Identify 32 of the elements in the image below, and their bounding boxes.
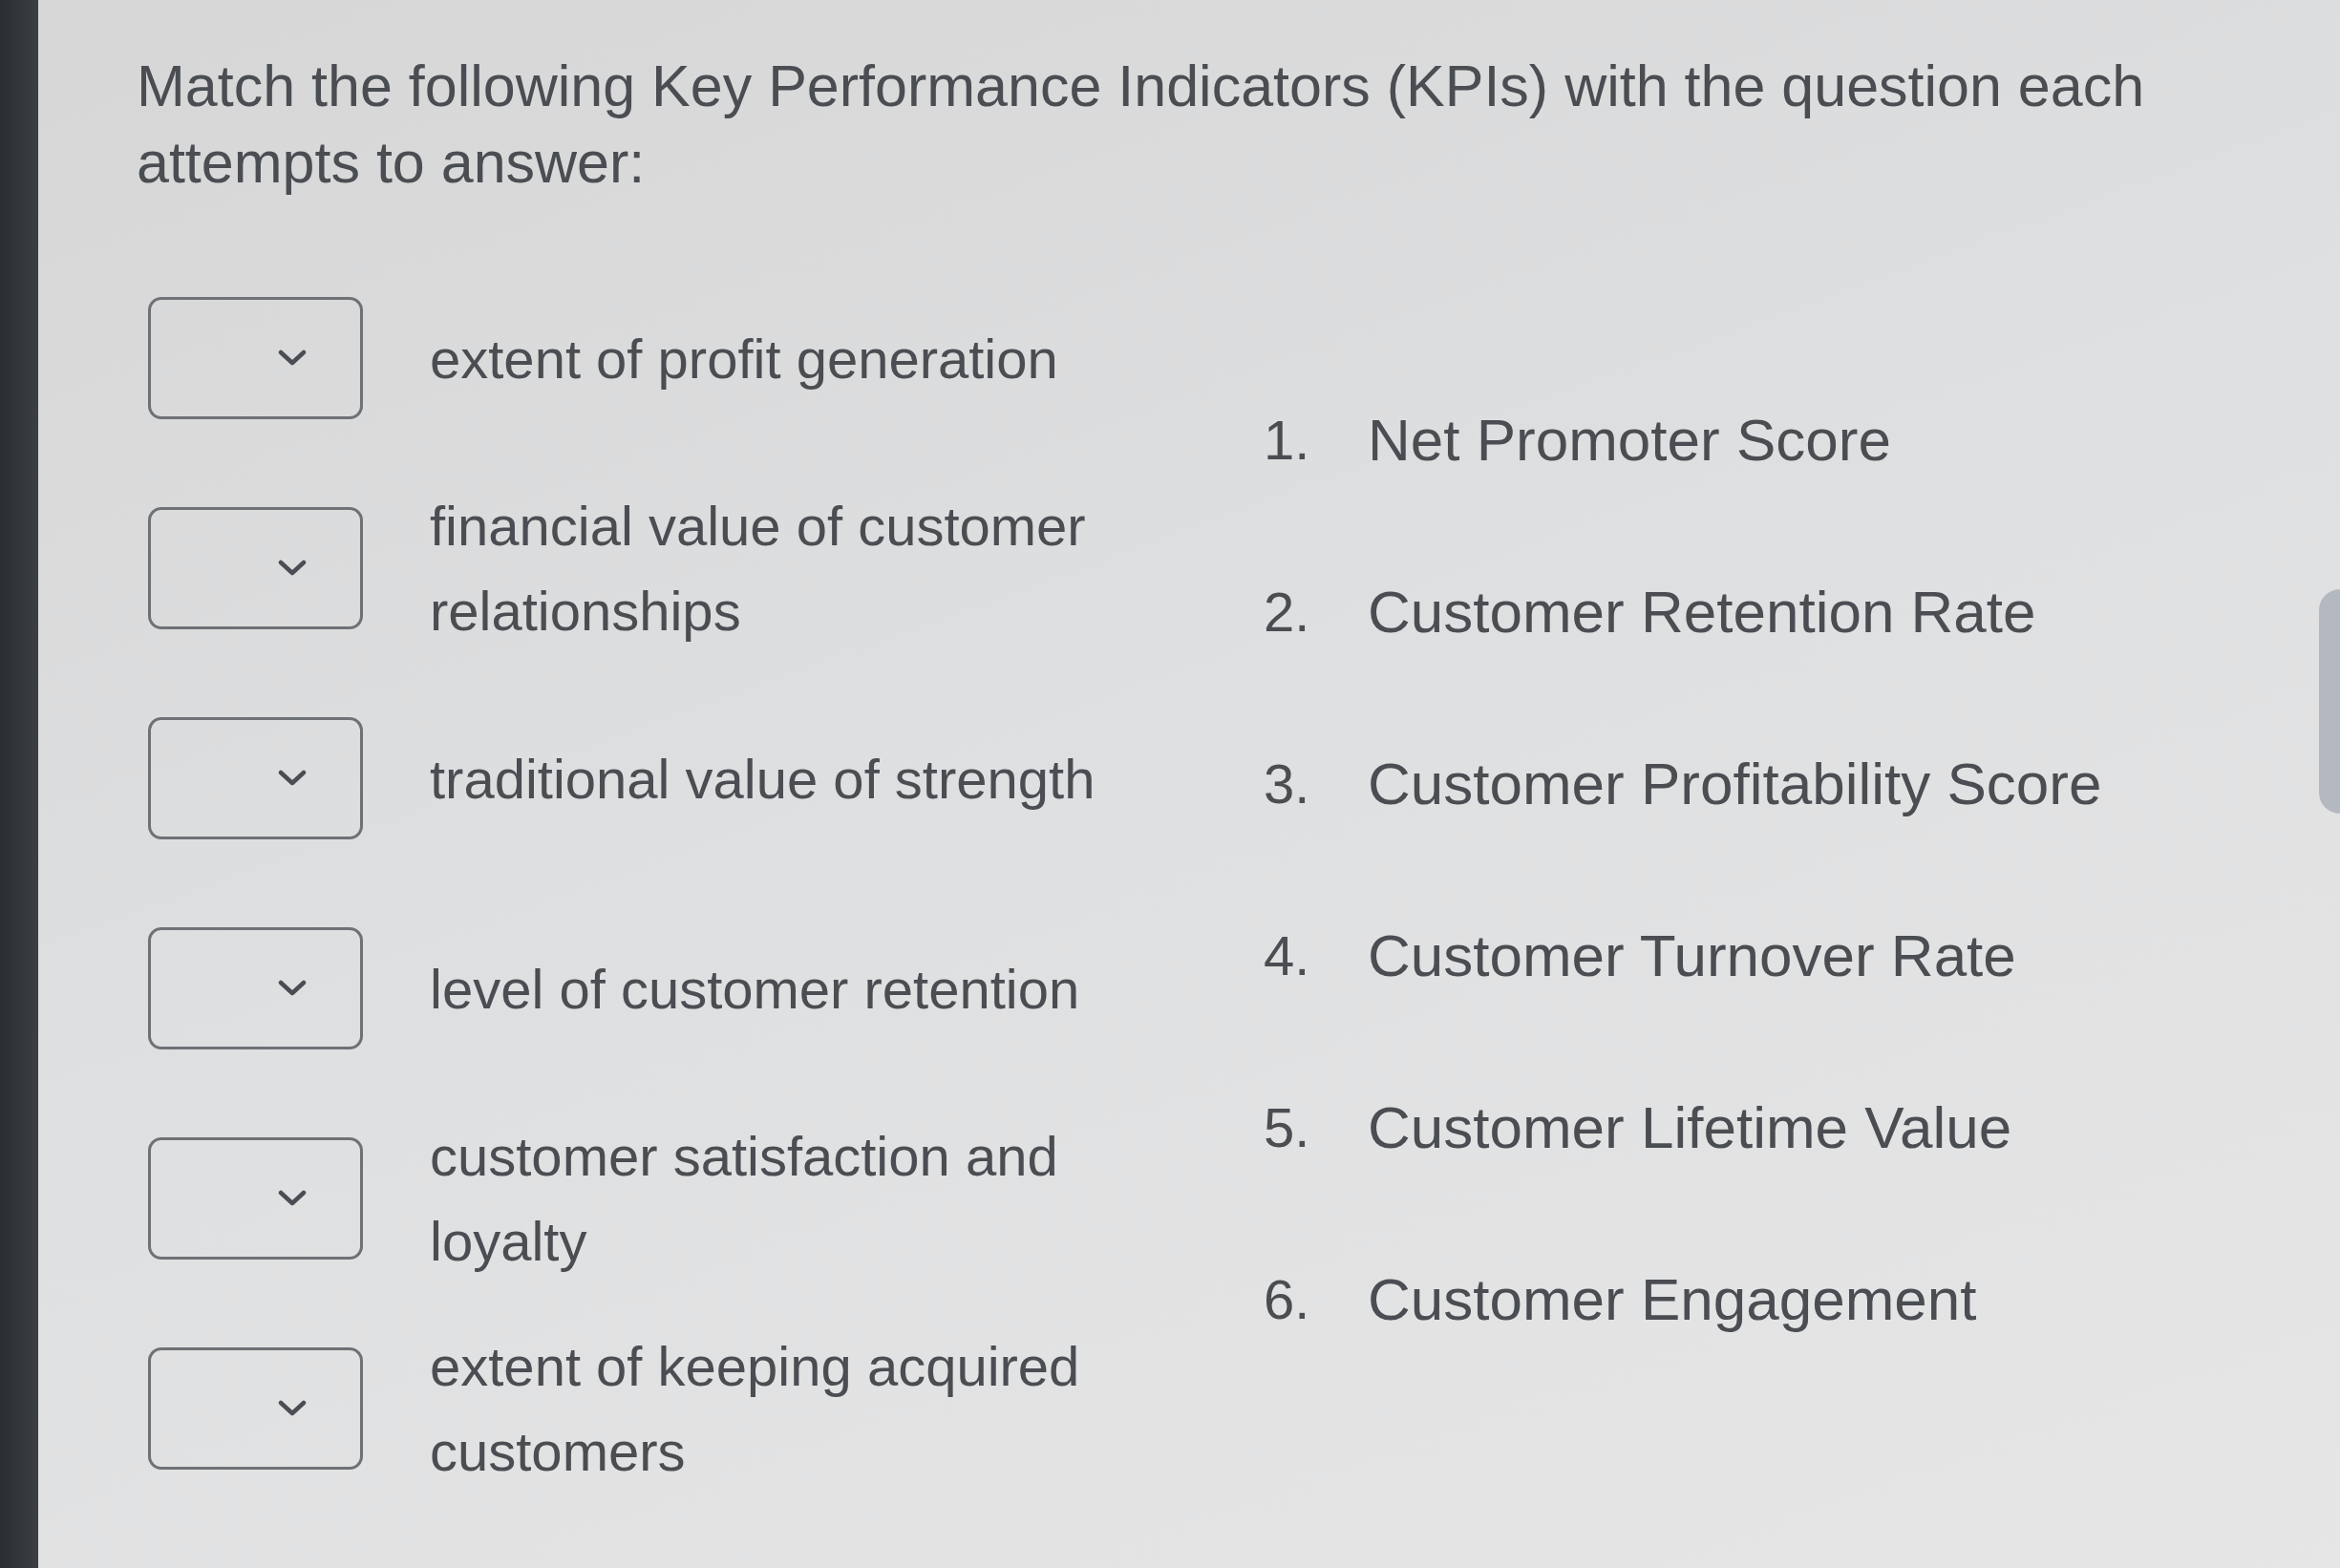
option-label: Net Promoter Score [1368, 406, 1891, 475]
option-label: Customer Retention Rate [1368, 578, 2036, 646]
option-number: 1. [1264, 408, 1311, 473]
question-text: traditional value of strength [430, 746, 1096, 812]
answer-dropdown[interactable] [148, 297, 363, 419]
question-text: financial value of customer relationships [430, 494, 1087, 644]
chevron-down-icon [278, 350, 307, 367]
answer-dropdown[interactable] [148, 1347, 363, 1470]
option-label: Customer Engagement [1368, 1265, 1977, 1334]
option-number: 2. [1264, 580, 1311, 645]
chevron-down-icon [278, 770, 307, 787]
question-prompt: Match the following Key Performance Indicators (KPIs) with the question each attempts to answer: [137, 53, 2146, 197]
option-number: 5. [1264, 1095, 1311, 1160]
answer-dropdown[interactable] [148, 1137, 363, 1260]
answer-dropdown[interactable] [148, 927, 363, 1049]
chevron-down-icon [278, 1400, 307, 1417]
option-number: 6. [1264, 1267, 1311, 1332]
chevron-down-icon [278, 980, 307, 997]
option-label: Customer Lifetime Value [1368, 1093, 2012, 1162]
question-text: extent of profit generation [430, 326, 1059, 392]
option-number: 4. [1264, 923, 1311, 988]
answer-dropdown[interactable] [148, 507, 363, 629]
question-text: customer satisfaction and loyalty [430, 1124, 1059, 1274]
question-text: level of customer retention [430, 956, 1081, 1022]
option-label: Customer Turnover Rate [1368, 922, 2016, 990]
side-handle[interactable] [2319, 589, 2340, 814]
option-number: 3. [1264, 752, 1311, 816]
chevron-down-icon [278, 1190, 307, 1207]
option-label: Customer Profitability Score [1368, 750, 2102, 818]
chevron-down-icon [278, 560, 307, 577]
answer-dropdown[interactable] [148, 717, 363, 839]
question-text: extent of keeping acquired customers [430, 1334, 1081, 1484]
